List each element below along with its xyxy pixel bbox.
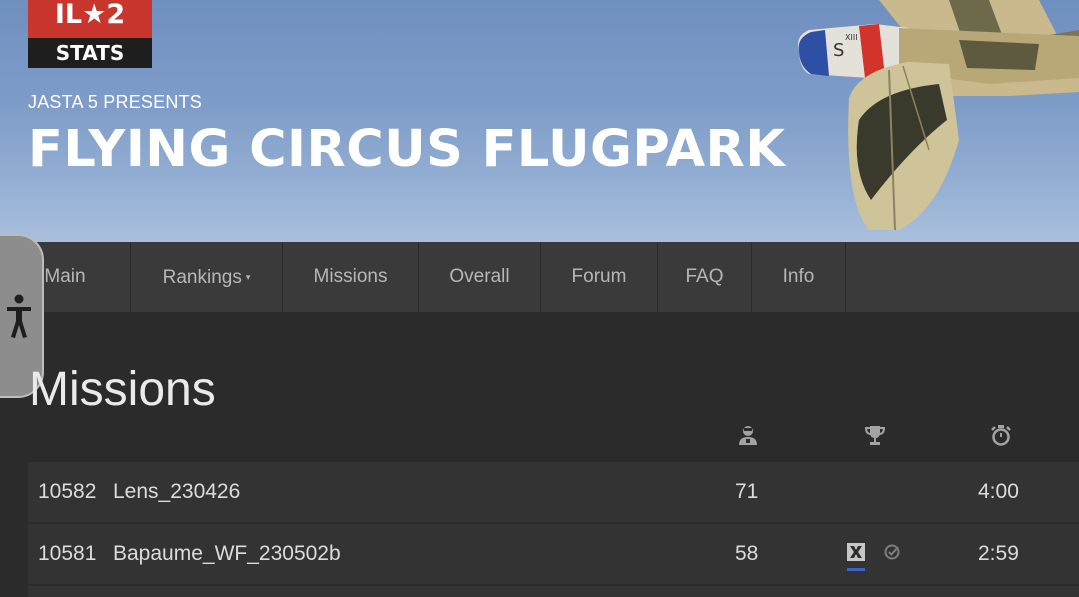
table-row[interactable]: 10582 Lens_230426 71 4:00	[28, 462, 1079, 522]
player-count: 71	[735, 480, 759, 503]
nav-item-label: Rankings	[162, 267, 242, 288]
plane-marking: S	[833, 40, 844, 61]
site-title: FLYING CIRCUS FLUGPARK	[28, 120, 786, 179]
page-title: Missions	[29, 363, 216, 416]
nav-item-faq[interactable]: FAQ	[658, 242, 752, 312]
table-row[interactable]: 10581 Bapaume_WF_230502b 58 2:59	[28, 524, 1079, 584]
airplane-image: S XIII	[798, 0, 1079, 231]
trophy-icon	[864, 426, 886, 445]
accessibility-icon	[7, 294, 31, 338]
logo-il2-text: IL★2	[28, 0, 152, 38]
nav-item-label: Forum	[571, 266, 627, 287]
player-count: 58	[735, 542, 759, 565]
logo-stats-text: STATS	[28, 38, 152, 68]
mission-id: 10582	[38, 480, 97, 503]
mission-duration: 4:00	[978, 480, 1019, 503]
nav-item-label: Info	[782, 266, 815, 287]
nav-item-overall[interactable]: Overall	[419, 242, 541, 312]
il2-stats-logo[interactable]: IL★2 STATS	[28, 0, 152, 68]
mission-name[interactable]: Bapaume_WF_230502b	[113, 524, 341, 584]
nav-item-rankings[interactable]: Rankings ▾	[131, 242, 283, 312]
nav-item-label: Missions	[313, 266, 388, 287]
nav-item-label: Main	[44, 266, 86, 287]
nav-item-label: FAQ	[685, 266, 724, 287]
table-row[interactable]	[28, 586, 1079, 597]
presents-text: JASTA 5 PRESENTS	[28, 92, 202, 112]
nav-item-forum[interactable]: Forum	[541, 242, 658, 312]
mission-name[interactable]: Lens_230426	[113, 462, 240, 522]
nav-item-label: Overall	[449, 266, 510, 287]
players-icon	[739, 426, 757, 445]
mission-duration: 2:59	[978, 542, 1019, 565]
svg-text:XIII: XIII	[845, 33, 858, 42]
header-banner: S XIII IL★2 STATS JASTA 5 PRESENTS FLYIN…	[0, 0, 1079, 242]
main-nav: Main Rankings ▾ Missions Overall Forum FA…	[0, 242, 1079, 312]
nav-item-missions[interactable]: Missions	[283, 242, 419, 312]
winner-indicator	[847, 543, 900, 571]
iron-cross-icon	[847, 543, 865, 571]
mission-id: 10581	[38, 542, 97, 565]
stopwatch-icon	[991, 425, 1011, 446]
check-icon	[884, 544, 900, 560]
chevron-down-icon: ▾	[245, 272, 251, 282]
nav-item-info[interactable]: Info	[752, 242, 846, 312]
